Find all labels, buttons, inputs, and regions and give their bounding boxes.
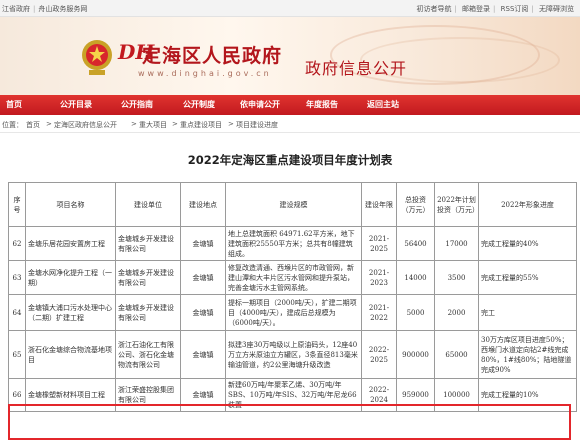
nav-item-home[interactable]: 首页 — [6, 99, 22, 110]
cell-unit: 金塘城乡开发建设有限公司 — [115, 260, 181, 295]
top-links-right: 初访者导航 | 邮箱登录 | RSS订阅 | 无障碍浏览 — [416, 5, 574, 13]
cell-progress: 完成工程量的40% — [478, 226, 577, 261]
cell-years: 2022-2024 — [361, 378, 397, 412]
table-row-highlighted: 66 金塘橡塑新材料项目工程 浙江荣盛控股集团有限公司 金塘镇 新建60万吨/年… — [8, 378, 577, 412]
cell-years: 2022-2025 — [361, 330, 397, 379]
table-row: 62 金塘乐居花园安置房工程 金塘城乡开发建设有限公司 金塘镇 地上总建筑面积 … — [8, 226, 577, 261]
cell-place: 金塘镇 — [180, 260, 226, 295]
nav-item-annual-report[interactable]: 年度报告 — [306, 99, 338, 110]
col-header-plan: 2022年计划投资（万元） — [434, 182, 479, 227]
cell-no: 64 — [8, 294, 26, 331]
col-header-name: 项目名称 — [25, 182, 116, 227]
table-row: 65 浙石化金塘综合物流基地项目 浙江石油化工有限公司、浙石化金塘物流有限公司 … — [8, 330, 577, 379]
project-plan-table: 序号 项目名称 建设单位 建设地点 建设规模 建设年限 总投资（万元） 2022… — [8, 182, 577, 412]
cell-unit: 浙江石油化工有限公司、浙石化金塘物流有限公司 — [115, 330, 181, 379]
cell-name: 金塘水网净化提升工程（一期） — [25, 260, 116, 295]
nav-item-directory[interactable]: 公开目录 — [60, 99, 92, 110]
cell-scale: 新建60万吨/年聚苯乙烯、30万吨/年SBS、10万吨/年SIS、32万吨/年尼… — [225, 378, 362, 412]
rss-link[interactable]: RSS订阅 — [501, 5, 529, 13]
breadcrumb-info-public[interactable]: 定海区政府信息公开 — [54, 120, 117, 130]
cell-no: 63 — [8, 260, 26, 295]
top-links-left: 江省政府 | 舟山政务服务网 — [2, 5, 88, 13]
cell-years: 2021-2025 — [361, 226, 397, 261]
nav-item-main-site[interactable]: 返回主站 — [367, 99, 399, 110]
cell-total: 959000 — [396, 378, 435, 412]
cell-total: 14000 — [396, 260, 435, 295]
site-title[interactable]: 定海区人民政府 — [142, 41, 282, 68]
cell-unit: 浙江荣盛控股集团有限公司 — [115, 378, 181, 412]
cell-name: 浙石化金塘综合物流基地项目 — [25, 330, 116, 379]
cell-plan: 65000 — [434, 330, 479, 379]
col-header-total: 总投资（万元） — [396, 182, 435, 227]
table-row: 64 金塘镇大浦口污水处理中心（二期）扩建工程 金塘城乡开发建设有限公司 金塘镇… — [8, 294, 577, 331]
cell-scale: 地上总建筑面积 64971.62平方米，地下建筑面积25550平方米；总共有8幢… — [225, 226, 362, 261]
cell-no: 62 — [8, 226, 26, 261]
cell-no: 66 — [8, 378, 26, 412]
cell-unit: 金塘城乡开发建设有限公司 — [115, 226, 181, 261]
cell-scale: 拟建3座30万吨级以上原油码头，12座40万立方米原油立方罐区，3条直径813毫… — [225, 330, 362, 379]
cell-place: 金塘镇 — [180, 378, 226, 412]
cell-place: 金塘镇 — [180, 226, 226, 261]
cell-progress: 完工 — [478, 294, 577, 331]
nav-item-system[interactable]: 公开制度 — [183, 99, 215, 110]
cell-total: 56400 — [396, 226, 435, 261]
col-header-years: 建设年限 — [361, 182, 397, 227]
national-emblem-icon — [82, 40, 112, 75]
table-header-row: 序号 项目名称 建设单位 建设地点 建设规模 建设年限 总投资（万元） 2022… — [8, 182, 577, 227]
col-header-scale: 建设规模 — [225, 182, 362, 227]
breadcrumb: 位置： 首页 > 定海区政府信息公开 > 重大项目 > 重点建设项目 > 项目建… — [0, 115, 580, 133]
cell-plan: 100000 — [434, 378, 479, 412]
main-nav: 首页 公开目录 公开指南 公开制度 依申请公开 年度报告 返回主站 — [0, 95, 580, 115]
cell-total: 5000 — [396, 294, 435, 331]
breadcrumb-key-projects[interactable]: 重点建设项目 — [180, 120, 222, 130]
col-header-unit: 建设单位 — [115, 182, 181, 227]
cell-unit: 金塘城乡开发建设有限公司 — [115, 294, 181, 331]
cell-name: 金塘乐居花园安置房工程 — [25, 226, 116, 261]
cell-total: 900000 — [396, 330, 435, 379]
cell-years: 2021-2022 — [361, 294, 397, 331]
nav-item-apply[interactable]: 依申请公开 — [240, 99, 280, 110]
cell-progress: 完成工程量的55% — [478, 260, 577, 295]
breadcrumb-home[interactable]: 首页 — [26, 120, 40, 130]
section-title: 政府信息公开 — [305, 59, 408, 78]
cell-scale: 修复改造清通、西堠片区的市政管网，新建山潭和大丰片区污水管网和提升泵站，完善金塘… — [225, 260, 362, 295]
cell-plan: 2000 — [434, 294, 479, 331]
breadcrumb-major-projects[interactable]: 重大项目 — [139, 120, 167, 130]
col-header-no: 序号 — [8, 182, 26, 227]
col-header-place: 建设地点 — [180, 182, 226, 227]
cell-plan: 3500 — [434, 260, 479, 295]
cell-place: 金塘镇 — [180, 330, 226, 379]
zhejiang-gov-link[interactable]: 江省政府 — [2, 5, 30, 13]
cell-scale: 提标一期项目（2000吨/天），扩建二期项目（4000吨/天），建成后总规模为（… — [225, 294, 362, 331]
accessibility-link[interactable]: 无障碍浏览 — [539, 5, 574, 13]
cell-years: 2021-2023 — [361, 260, 397, 295]
table-row: 63 金塘水网净化提升工程（一期） 金塘城乡开发建设有限公司 金塘镇 修复改造清… — [8, 260, 577, 295]
mail-login-link[interactable]: 邮箱登录 — [462, 5, 490, 13]
cell-place: 金塘镇 — [180, 294, 226, 331]
cell-plan: 17000 — [434, 226, 479, 261]
cell-name: 金塘橡塑新材料项目工程 — [25, 378, 116, 412]
site-banner: DH 定海区人民政府 www.dinghai.gov.cn 政府信息公开 — [0, 17, 580, 95]
cell-progress: 30万方库区项目进度50%；西堠门水道定向钻2#线完成80%，1#线80%；陆地… — [478, 330, 577, 379]
cell-no: 65 — [8, 330, 26, 379]
col-header-progress: 2022年形象进度 — [478, 182, 577, 227]
site-domain: www.dinghai.gov.cn — [138, 69, 272, 78]
cell-name: 金塘镇大浦口污水处理中心（二期）扩建工程 — [25, 294, 116, 331]
zhoushan-service-link[interactable]: 舟山政务服务网 — [38, 5, 87, 13]
document-title: 2022年定海区重点建设项目年度计划表 — [187, 153, 393, 167]
visitor-guide-link[interactable]: 初访者导航 — [416, 5, 451, 13]
nav-item-guide[interactable]: 公开指南 — [121, 99, 153, 110]
breadcrumb-progress[interactable]: 项目建设进度 — [236, 120, 278, 130]
breadcrumb-label: 位置： — [2, 121, 23, 129]
top-utility-bar: 江省政府 | 舟山政务服务网 初访者导航 | 邮箱登录 | RSS订阅 | 无障碍浏览 — [0, 0, 580, 17]
cell-progress: 完成工程量的10% — [478, 378, 577, 412]
